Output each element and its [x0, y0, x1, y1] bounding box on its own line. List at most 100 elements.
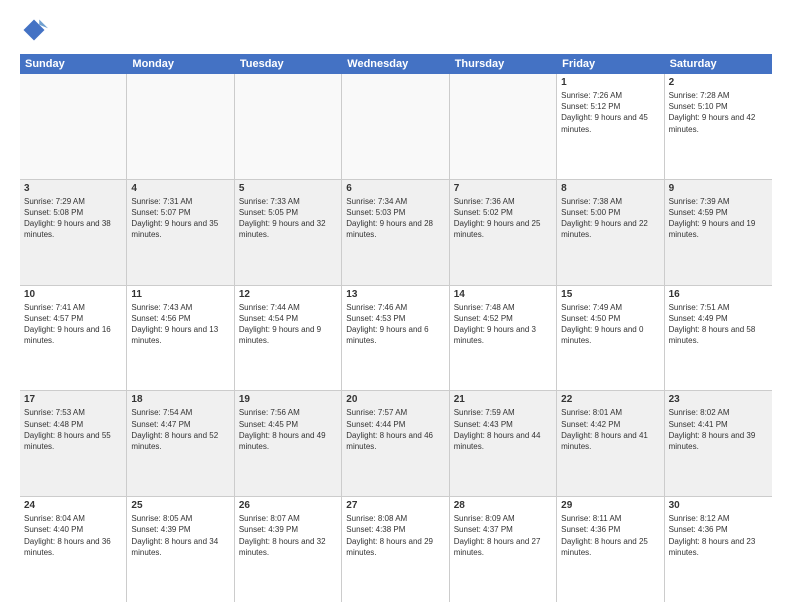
calendar-cell: 2 Sunrise: 7:28 AM Sunset: 5:10 PM Daylig…: [665, 74, 772, 179]
calendar-cell: 4 Sunrise: 7:31 AM Sunset: 5:07 PM Daylig…: [127, 180, 234, 285]
calendar-cell: 29 Sunrise: 8:11 AM Sunset: 4:36 PM Dayli…: [557, 497, 664, 602]
day-number: 6: [346, 183, 444, 194]
calendar-cell: 10 Sunrise: 7:41 AM Sunset: 4:57 PM Dayli…: [20, 286, 127, 391]
calendar-cell: 16 Sunrise: 7:51 AM Sunset: 4:49 PM Dayli…: [665, 286, 772, 391]
calendar-cell: 14 Sunrise: 7:48 AM Sunset: 4:52 PM Dayli…: [450, 286, 557, 391]
calendar-cell: 3 Sunrise: 7:29 AM Sunset: 5:08 PM Daylig…: [20, 180, 127, 285]
calendar-cell: 1Sunrise: 7:26 AM Sunset: 5:12 PM Daylig…: [557, 74, 664, 179]
calendar-cell: 27 Sunrise: 8:08 AM Sunset: 4:38 PM Dayli…: [342, 497, 449, 602]
day-info: Sunrise: 7:57 AM Sunset: 4:44 PM Dayligh…: [346, 407, 444, 452]
header-day: Tuesday: [235, 54, 342, 74]
day-info: Sunrise: 7:44 AM Sunset: 4:54 PM Dayligh…: [239, 302, 337, 347]
header-day: Monday: [127, 54, 234, 74]
calendar-cell: 23 Sunrise: 8:02 AM Sunset: 4:41 PM Dayli…: [665, 391, 772, 496]
day-number: 13: [346, 289, 444, 300]
day-number: 18: [131, 394, 229, 405]
day-number: 10: [24, 289, 122, 300]
day-info: Sunrise: 7:48 AM Sunset: 4:52 PM Dayligh…: [454, 302, 552, 347]
day-number: 30: [669, 500, 768, 511]
day-number: 4: [131, 183, 229, 194]
day-info: Sunrise: 8:11 AM Sunset: 4:36 PM Dayligh…: [561, 513, 659, 558]
day-info: Sunrise: 7:51 AM Sunset: 4:49 PM Dayligh…: [669, 302, 768, 347]
day-info: Sunrise: 8:01 AM Sunset: 4:42 PM Dayligh…: [561, 407, 659, 452]
day-info: Sunrise: 8:08 AM Sunset: 4:38 PM Dayligh…: [346, 513, 444, 558]
day-number: 17: [24, 394, 122, 405]
day-info: Sunrise: 7:46 AM Sunset: 4:53 PM Dayligh…: [346, 302, 444, 347]
day-number: 7: [454, 183, 552, 194]
day-info: Sunrise: 7:34 AM Sunset: 5:03 PM Dayligh…: [346, 196, 444, 241]
day-info: Sunrise: 7:31 AM Sunset: 5:07 PM Dayligh…: [131, 196, 229, 241]
calendar-row: 3 Sunrise: 7:29 AM Sunset: 5:08 PM Daylig…: [20, 180, 772, 286]
day-number: 14: [454, 289, 552, 300]
day-info: Sunrise: 7:29 AM Sunset: 5:08 PM Dayligh…: [24, 196, 122, 241]
calendar-row: 10 Sunrise: 7:41 AM Sunset: 4:57 PM Dayli…: [20, 286, 772, 392]
calendar-cell: 22 Sunrise: 8:01 AM Sunset: 4:42 PM Dayli…: [557, 391, 664, 496]
calendar-body: 1Sunrise: 7:26 AM Sunset: 5:12 PM Daylig…: [20, 74, 772, 602]
header-day: Saturday: [665, 54, 772, 74]
day-info: Sunrise: 7:56 AM Sunset: 4:45 PM Dayligh…: [239, 407, 337, 452]
logo-icon: [20, 16, 48, 44]
day-info: Sunrise: 7:26 AM Sunset: 5:12 PM Dayligh…: [561, 90, 659, 135]
day-info: Sunrise: 7:41 AM Sunset: 4:57 PM Dayligh…: [24, 302, 122, 347]
day-number: 5: [239, 183, 337, 194]
calendar-row: 24 Sunrise: 8:04 AM Sunset: 4:40 PM Dayli…: [20, 497, 772, 602]
day-number: 27: [346, 500, 444, 511]
calendar-cell: [235, 74, 342, 179]
header-day: Friday: [557, 54, 664, 74]
calendar-cell: 28 Sunrise: 8:09 AM Sunset: 4:37 PM Dayli…: [450, 497, 557, 602]
calendar-cell: 9 Sunrise: 7:39 AM Sunset: 4:59 PM Daylig…: [665, 180, 772, 285]
day-number: 8: [561, 183, 659, 194]
header-day: Sunday: [20, 54, 127, 74]
calendar-row: 17Sunrise: 7:53 AM Sunset: 4:48 PM Dayli…: [20, 391, 772, 497]
calendar-cell: 18 Sunrise: 7:54 AM Sunset: 4:47 PM Dayli…: [127, 391, 234, 496]
day-info: Sunrise: 8:05 AM Sunset: 4:39 PM Dayligh…: [131, 513, 229, 558]
calendar-cell: 5 Sunrise: 7:33 AM Sunset: 5:05 PM Daylig…: [235, 180, 342, 285]
calendar-cell: 21Sunrise: 7:59 AM Sunset: 4:43 PM Dayli…: [450, 391, 557, 496]
logo: [20, 16, 52, 44]
calendar-cell: [127, 74, 234, 179]
header-day: Thursday: [450, 54, 557, 74]
calendar-cell: [450, 74, 557, 179]
calendar-cell: 20 Sunrise: 7:57 AM Sunset: 4:44 PM Dayli…: [342, 391, 449, 496]
day-number: 9: [669, 183, 768, 194]
day-info: Sunrise: 8:02 AM Sunset: 4:41 PM Dayligh…: [669, 407, 768, 452]
day-number: 19: [239, 394, 337, 405]
day-number: 15: [561, 289, 659, 300]
page: SundayMondayTuesdayWednesdayThursdayFrid…: [0, 0, 792, 612]
calendar: SundayMondayTuesdayWednesdayThursdayFrid…: [20, 54, 772, 602]
header-day: Wednesday: [342, 54, 449, 74]
calendar-cell: 8 Sunrise: 7:38 AM Sunset: 5:00 PM Daylig…: [557, 180, 664, 285]
calendar-row: 1Sunrise: 7:26 AM Sunset: 5:12 PM Daylig…: [20, 74, 772, 180]
day-info: Sunrise: 8:12 AM Sunset: 4:36 PM Dayligh…: [669, 513, 768, 558]
calendar-cell: 24 Sunrise: 8:04 AM Sunset: 4:40 PM Dayli…: [20, 497, 127, 602]
calendar-cell: 7Sunrise: 7:36 AM Sunset: 5:02 PM Daylig…: [450, 180, 557, 285]
day-number: 22: [561, 394, 659, 405]
day-number: 29: [561, 500, 659, 511]
day-info: Sunrise: 7:54 AM Sunset: 4:47 PM Dayligh…: [131, 407, 229, 452]
calendar-header: SundayMondayTuesdayWednesdayThursdayFrid…: [20, 54, 772, 74]
day-info: Sunrise: 7:49 AM Sunset: 4:50 PM Dayligh…: [561, 302, 659, 347]
day-number: 28: [454, 500, 552, 511]
day-info: Sunrise: 7:59 AM Sunset: 4:43 PM Dayligh…: [454, 407, 552, 452]
day-info: Sunrise: 7:39 AM Sunset: 4:59 PM Dayligh…: [669, 196, 768, 241]
day-number: 23: [669, 394, 768, 405]
calendar-cell: 11Sunrise: 7:43 AM Sunset: 4:56 PM Dayli…: [127, 286, 234, 391]
calendar-cell: [342, 74, 449, 179]
day-info: Sunrise: 7:28 AM Sunset: 5:10 PM Dayligh…: [669, 90, 768, 135]
calendar-cell: 6 Sunrise: 7:34 AM Sunset: 5:03 PM Daylig…: [342, 180, 449, 285]
day-info: Sunrise: 8:09 AM Sunset: 4:37 PM Dayligh…: [454, 513, 552, 558]
day-number: 12: [239, 289, 337, 300]
day-info: Sunrise: 7:33 AM Sunset: 5:05 PM Dayligh…: [239, 196, 337, 241]
day-number: 16: [669, 289, 768, 300]
day-info: Sunrise: 8:04 AM Sunset: 4:40 PM Dayligh…: [24, 513, 122, 558]
day-number: 24: [24, 500, 122, 511]
day-number: 11: [131, 289, 229, 300]
day-number: 2: [669, 77, 768, 88]
calendar-cell: 25Sunrise: 8:05 AM Sunset: 4:39 PM Dayli…: [127, 497, 234, 602]
day-info: Sunrise: 8:07 AM Sunset: 4:39 PM Dayligh…: [239, 513, 337, 558]
calendar-cell: 19 Sunrise: 7:56 AM Sunset: 4:45 PM Dayli…: [235, 391, 342, 496]
day-number: 20: [346, 394, 444, 405]
day-info: Sunrise: 7:38 AM Sunset: 5:00 PM Dayligh…: [561, 196, 659, 241]
day-number: 3: [24, 183, 122, 194]
calendar-cell: 17Sunrise: 7:53 AM Sunset: 4:48 PM Dayli…: [20, 391, 127, 496]
